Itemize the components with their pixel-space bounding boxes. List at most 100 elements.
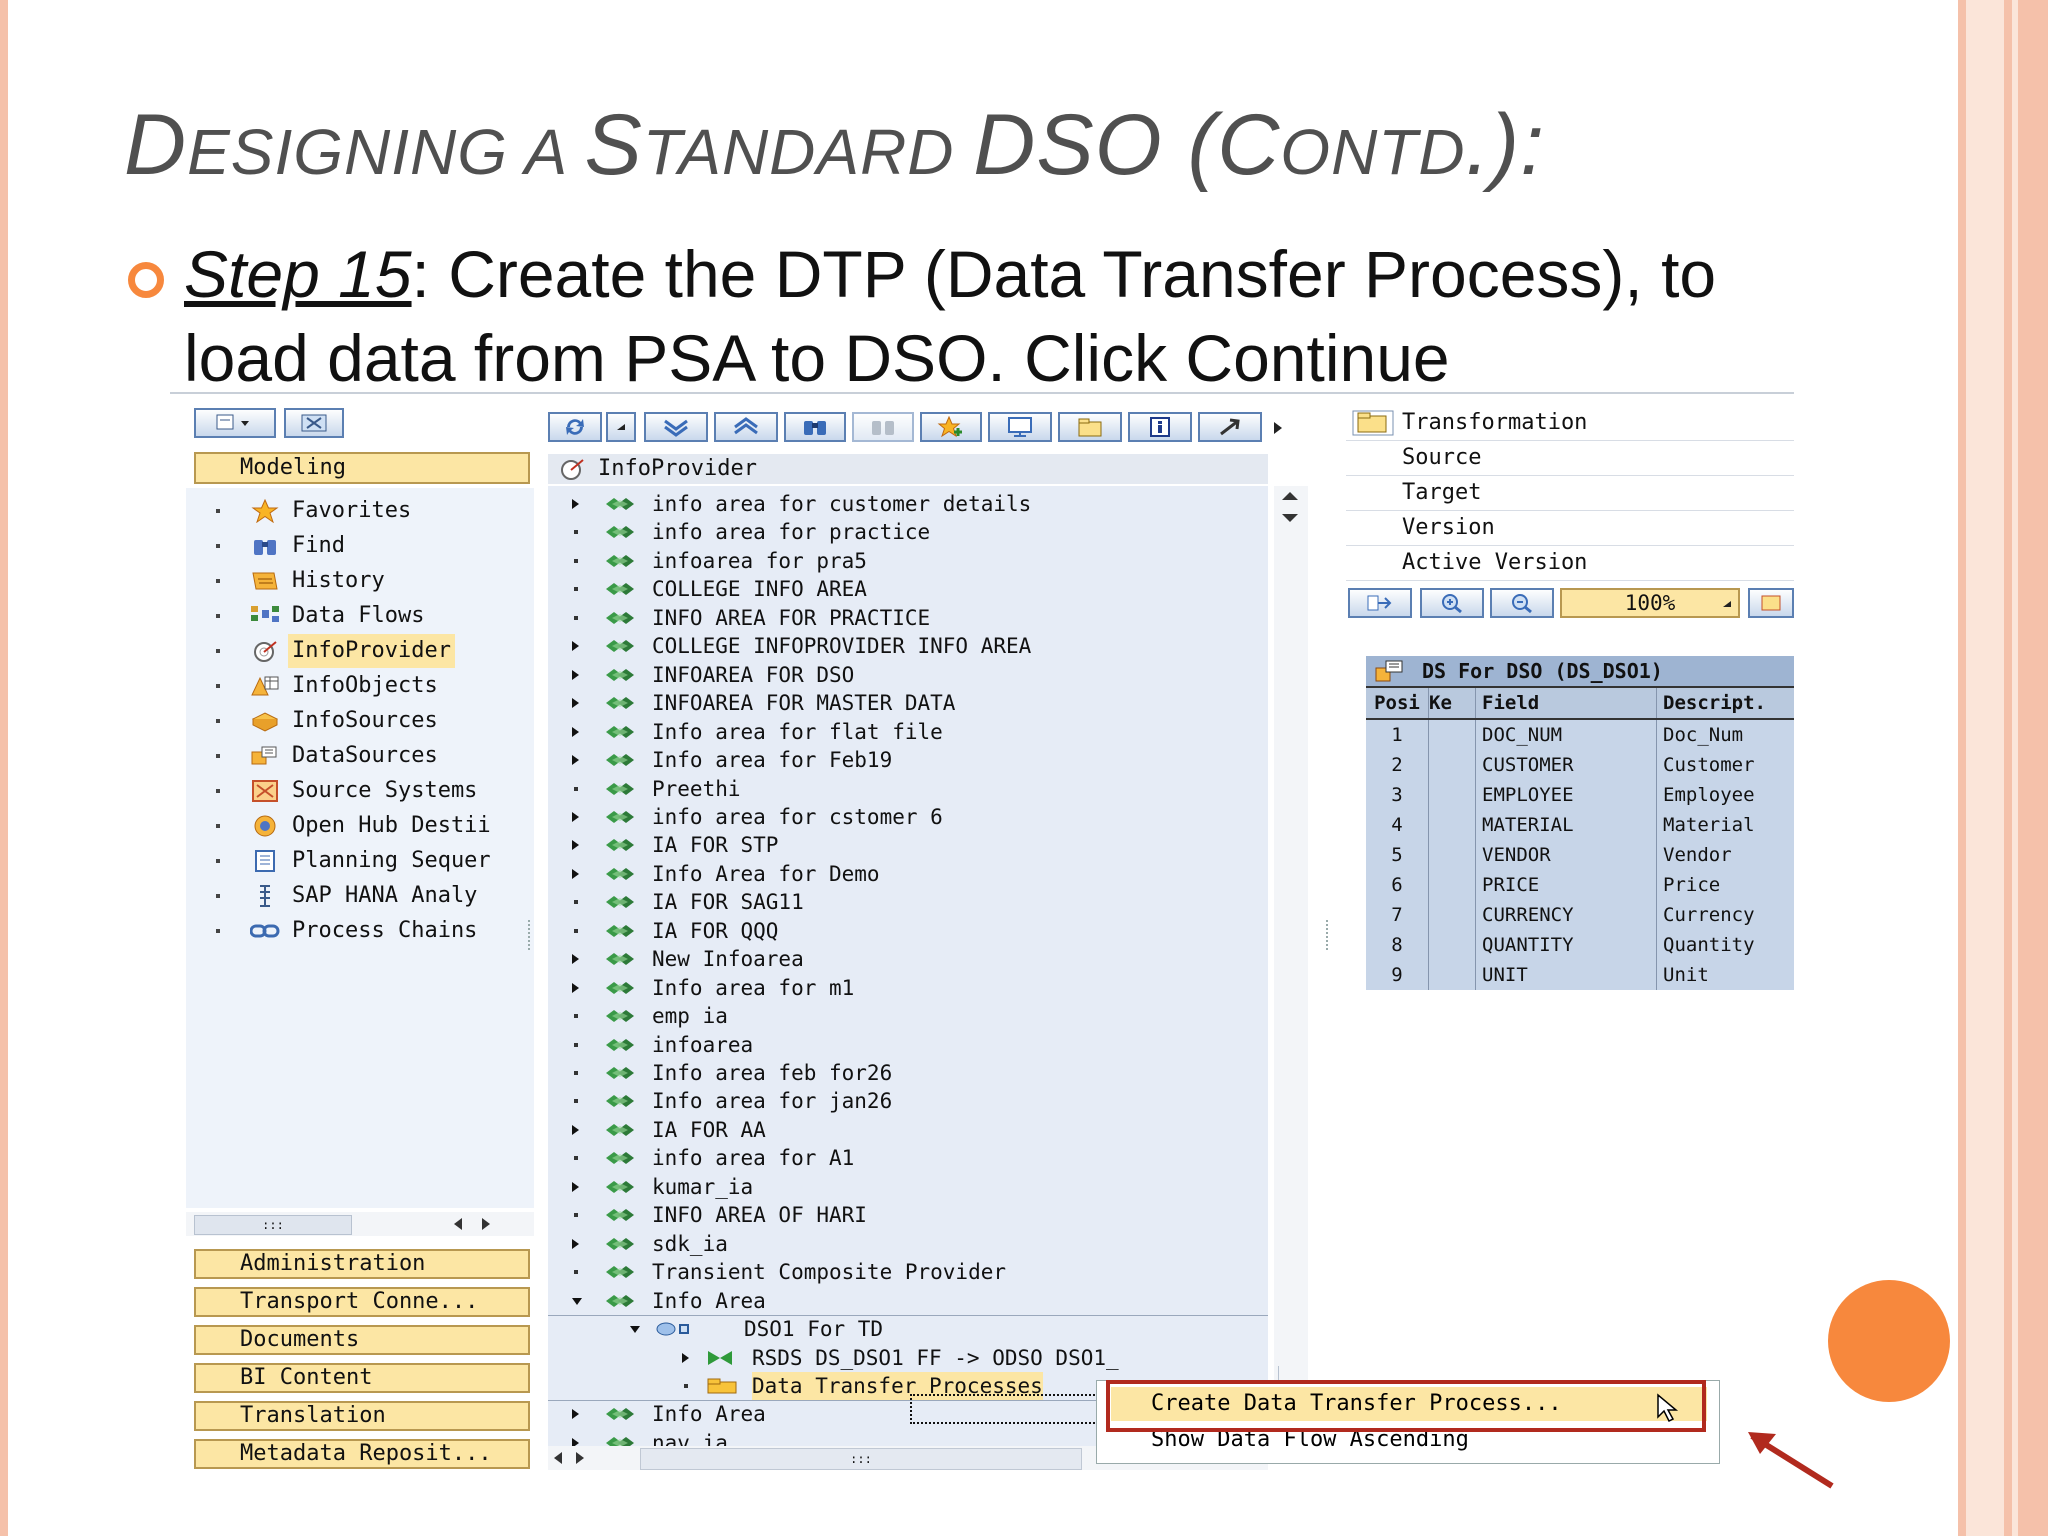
scroll-left-icon[interactable] (454, 1218, 462, 1230)
expand-closed-icon[interactable] (572, 1238, 579, 1249)
expand-closed-icon[interactable] (572, 811, 579, 822)
refresh-dropdown-button[interactable] (606, 412, 636, 442)
tree-row[interactable]: INFO AREA OF HARI (548, 1201, 1268, 1229)
info-icon[interactable] (1128, 412, 1192, 442)
display-icon[interactable] (988, 412, 1052, 442)
refresh-button[interactable] (548, 412, 602, 442)
expand-closed-icon[interactable] (572, 499, 579, 509)
nav-item-source-systems[interactable]: Source Systems (186, 774, 534, 808)
tree-row[interactable]: kumar_ia (548, 1173, 1268, 1201)
layout-options-button[interactable] (1748, 588, 1794, 618)
hscroll-right-icon[interactable] (576, 1452, 584, 1464)
expand-closed-icon[interactable] (572, 982, 579, 993)
right-splitter[interactable] (1326, 920, 1334, 950)
table-row[interactable]: 9 UNIT Unit (1366, 960, 1794, 990)
table-row[interactable]: 8 QUANTITY Quantity (1366, 930, 1794, 960)
tree-row[interactable]: sdk_ia (548, 1230, 1268, 1258)
table-row[interactable]: 3 EMPLOYEE Employee (1366, 780, 1794, 810)
scroll-down-icon[interactable] (1282, 514, 1298, 522)
zoom-out-icon[interactable] (1490, 588, 1554, 618)
scroll-up-icon[interactable] (1282, 492, 1298, 500)
toolbar-more-icon[interactable] (1274, 422, 1282, 434)
expand-all-icon[interactable] (644, 412, 708, 442)
expand-closed-icon[interactable] (572, 698, 579, 709)
tree-row[interactable]: Info area for jan26 (548, 1087, 1268, 1115)
col-field[interactable]: Field (1476, 688, 1657, 718)
expand-closed-icon[interactable] (682, 1352, 689, 1363)
expand-closed-icon[interactable] (572, 1409, 579, 1420)
tree-row[interactable]: info area for cstomer 6 (548, 803, 1268, 831)
tree-row[interactable]: Info area for Feb19 (548, 746, 1268, 774)
expand-closed-icon[interactable] (572, 954, 579, 965)
tree-row[interactable]: IA FOR STP (548, 831, 1268, 859)
administration-button[interactable]: Administration (194, 1249, 530, 1279)
add-favorite-icon[interactable] (920, 412, 982, 442)
nav-item-find[interactable]: Find (186, 529, 534, 563)
zoom-in-icon[interactable] (1420, 588, 1484, 618)
jump-icon[interactable] (1198, 412, 1262, 442)
table-row[interactable]: 4 MATERIAL Material (1366, 810, 1794, 840)
active-version-row[interactable]: Active Version (1346, 546, 1794, 581)
nav-item-data-flows[interactable]: Data Flows (186, 599, 534, 633)
overview-button[interactable] (1348, 588, 1412, 618)
tree-row[interactable]: Transient Composite Provider (548, 1258, 1268, 1286)
nav-item-infoobjects[interactable]: InfoObjects (186, 669, 534, 703)
nav-item-open-hub[interactable]: Open Hub Destii (186, 809, 534, 843)
table-row[interactable]: 6 PRICE Price (1366, 870, 1794, 900)
hscroll-thumb[interactable]: ::: (640, 1448, 1082, 1470)
expand-closed-icon[interactable] (572, 1181, 579, 1192)
nav-item-infosources[interactable]: InfoSources (186, 704, 534, 738)
zoom-select[interactable]: 100% (1560, 588, 1740, 618)
modeling-header[interactable]: Modeling (194, 452, 530, 484)
nav-item-process-chains[interactable]: Process Chains (186, 914, 534, 948)
expand-closed-icon[interactable] (572, 1124, 579, 1135)
version-row[interactable]: Version (1346, 511, 1794, 546)
col-key[interactable]: Ke (1429, 688, 1476, 718)
tree-row[interactable]: Info Area (548, 1287, 1268, 1315)
tree-row[interactable]: info area for A1 (548, 1144, 1268, 1172)
tree-row[interactable]: info area for customer details (548, 490, 1268, 518)
left-hscrollbar[interactable]: ::: (186, 1212, 534, 1236)
col-description[interactable]: Descript. (1657, 688, 1794, 718)
collapse-all-icon[interactable] (714, 412, 778, 442)
tree-row[interactable]: INFOAREA FOR DSO (548, 661, 1268, 689)
tree-row[interactable]: DSO1 For TD (548, 1315, 1268, 1343)
find-next-icon[interactable] (852, 412, 914, 442)
tree-row[interactable]: Info area for m1 (548, 974, 1268, 1002)
nav-item-datasources[interactable]: DataSources (186, 739, 534, 773)
nav-item-favorites[interactable]: Favorites (186, 494, 534, 528)
table-row[interactable]: 5 VENDOR Vendor (1366, 840, 1794, 870)
table-row[interactable]: 1 DOC_NUM Doc_Num (1366, 720, 1794, 750)
transport-connection-button[interactable]: Transport Conne... (194, 1287, 530, 1317)
close-pane-button[interactable] (284, 408, 344, 438)
tree-row[interactable]: infoarea for pra5 (548, 547, 1268, 575)
source-row[interactable]: Source (1346, 441, 1794, 476)
documents-button[interactable]: Documents (194, 1325, 530, 1355)
expand-open-icon[interactable] (630, 1326, 640, 1334)
table-row[interactable]: 7 CURRENCY Currency (1366, 900, 1794, 930)
tree-row[interactable]: INFO AREA FOR PRACTICE (548, 604, 1268, 632)
col-position[interactable]: Posi (1366, 688, 1429, 718)
expand-closed-icon[interactable] (572, 868, 579, 879)
tree-row[interactable]: IA FOR QQQ (548, 917, 1268, 945)
tree-row[interactable]: RSDS DS_DSO1 FF -> ODSO DSO1_ (548, 1344, 1268, 1372)
tree-row[interactable]: Preethi (548, 775, 1268, 803)
layout-button[interactable] (194, 408, 276, 438)
transformation-row[interactable]: Transformation (1346, 406, 1794, 441)
tree-row[interactable]: Info Area for Demo (548, 860, 1268, 888)
tree-row[interactable]: COLLEGE INFO AREA (548, 575, 1268, 603)
tree-row[interactable]: info area for practice (548, 518, 1268, 546)
expand-closed-icon[interactable] (572, 840, 579, 851)
tree-row[interactable]: INFOAREA FOR MASTER DATA (548, 689, 1268, 717)
bi-content-button[interactable]: BI Content (194, 1363, 530, 1393)
table-row[interactable]: 2 CUSTOMER Customer (1366, 750, 1794, 780)
tree-row[interactable]: IA FOR SAG11 (548, 888, 1268, 916)
left-splitter[interactable] (528, 920, 536, 950)
nav-item-history[interactable]: History (186, 564, 534, 598)
tree-row[interactable]: IA FOR AA (548, 1116, 1268, 1144)
tree-row[interactable]: New Infoarea (548, 945, 1268, 973)
nav-item-sap-hana[interactable]: SAP HANA Analy (186, 879, 534, 913)
translation-button[interactable]: Translation (194, 1401, 530, 1431)
left-hscroll-thumb[interactable]: ::: (194, 1215, 352, 1235)
expand-closed-icon[interactable] (572, 755, 579, 766)
